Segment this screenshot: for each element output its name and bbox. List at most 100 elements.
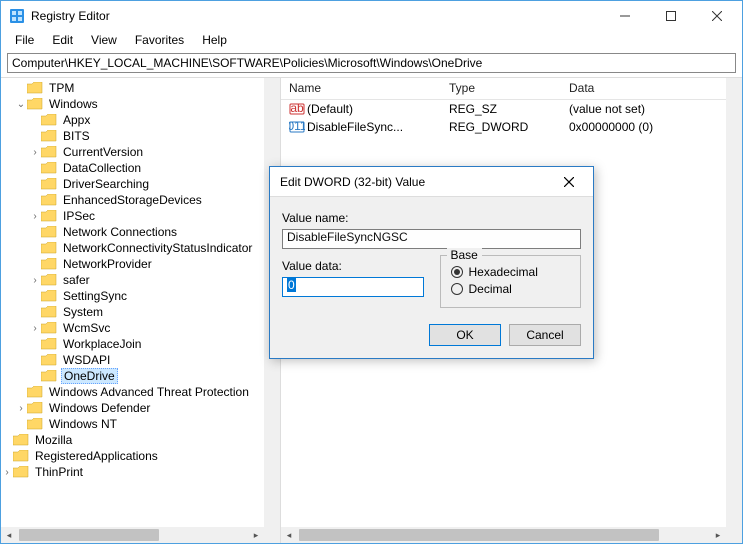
menu-edit[interactable]: Edit — [44, 31, 81, 51]
minimize-button[interactable] — [602, 1, 648, 31]
tree-caret-icon[interactable]: › — [29, 275, 41, 286]
value-name-label: Value name: — [282, 211, 581, 225]
dialog-close-button[interactable] — [549, 169, 589, 195]
close-button[interactable] — [694, 1, 740, 31]
tree-caret-icon[interactable]: › — [29, 147, 41, 158]
regedit-icon — [9, 8, 25, 24]
folder-icon — [41, 258, 57, 270]
col-header-name[interactable]: Name — [281, 78, 441, 99]
value-name-input[interactable]: DisableFileSyncNGSC — [282, 229, 581, 249]
list-row[interactable]: ab(Default)REG_SZ(value not set) — [281, 100, 726, 118]
edit-dword-dialog: Edit DWORD (32-bit) Value Value name: Di… — [269, 166, 594, 359]
tree-label: Windows Advanced Threat Protection — [47, 385, 251, 399]
col-header-type[interactable]: Type — [441, 78, 561, 99]
tree-item[interactable]: Network Connections — [1, 224, 264, 240]
cell-name: (Default) — [307, 102, 353, 116]
tree-item[interactable]: WorkplaceJoin — [1, 336, 264, 352]
tree-item[interactable]: NetworkProvider — [1, 256, 264, 272]
tree-label: DriverSearching — [61, 177, 151, 191]
menu-view[interactable]: View — [83, 31, 125, 51]
tree-label: Appx — [61, 113, 92, 127]
list-vscroll[interactable] — [726, 78, 742, 527]
ok-button[interactable]: OK — [429, 324, 501, 346]
value-data-input[interactable]: 0 — [282, 277, 424, 297]
tree-item[interactable]: › WcmSvc — [1, 320, 264, 336]
tree-label: Windows — [47, 97, 100, 111]
tree-item[interactable]: OneDrive — [1, 368, 264, 384]
tree-item[interactable]: EnhancedStorageDevices — [1, 192, 264, 208]
folder-icon — [41, 162, 57, 174]
tree[interactable]: TPM ⌄ Windows AppxBITS›CurrentVersionDataCo… — [1, 78, 264, 527]
menu-file[interactable]: File — [7, 31, 42, 51]
scroll-right-icon[interactable]: ▸ — [248, 527, 264, 543]
svg-text:ab: ab — [290, 102, 304, 115]
cell-data: (value not set) — [561, 102, 701, 116]
radio-hexadecimal[interactable]: Hexadecimal — [451, 265, 571, 279]
menubar: File Edit View Favorites Help — [1, 31, 742, 51]
tree-label: WcmSvc — [61, 321, 112, 335]
tree-item[interactable]: DataCollection — [1, 160, 264, 176]
scroll-left-icon[interactable]: ◂ — [281, 527, 297, 543]
tree-item[interactable]: ›CurrentVersion — [1, 144, 264, 160]
tree-hscroll[interactable]: ◂ ▸ — [1, 527, 264, 543]
tree-caret-icon[interactable]: ⌄ — [15, 99, 27, 110]
menu-favorites[interactable]: Favorites — [127, 31, 192, 51]
folder-icon — [13, 466, 29, 478]
tree-item[interactable]: › ThinPrint — [1, 464, 264, 480]
list-row[interactable]: 011DisableFileSync...REG_DWORD0x00000000… — [281, 118, 726, 136]
tree-caret-icon[interactable]: › — [29, 323, 41, 334]
folder-icon — [41, 178, 57, 190]
dialog-titlebar: Edit DWORD (32-bit) Value — [270, 167, 593, 197]
tree-caret-icon[interactable]: › — [15, 403, 27, 414]
folder-icon — [41, 226, 57, 238]
scroll-left-icon[interactable]: ◂ — [1, 527, 17, 543]
tree-item[interactable]: DriverSearching — [1, 176, 264, 192]
tree-item[interactable]: ›Windows Defender — [1, 400, 264, 416]
tree-item[interactable]: RegisteredApplications — [1, 448, 264, 464]
tree-label: NetworkConnectivityStatusIndicator — [61, 241, 254, 255]
tree-item[interactable]: TPM — [1, 80, 264, 96]
tree-item[interactable]: System — [1, 304, 264, 320]
maximize-button[interactable] — [648, 1, 694, 31]
cancel-button[interactable]: Cancel — [509, 324, 581, 346]
tree-item[interactable]: NetworkConnectivityStatusIndicator — [1, 240, 264, 256]
folder-icon — [41, 370, 57, 382]
tree-item[interactable]: SettingSync — [1, 288, 264, 304]
dialog-title: Edit DWORD (32-bit) Value — [280, 175, 549, 189]
tree-pane: TPM ⌄ Windows AppxBITS›CurrentVersionDataCo… — [1, 78, 281, 543]
folder-icon — [27, 82, 43, 94]
tree-item[interactable]: Appx — [1, 112, 264, 128]
menu-help[interactable]: Help — [194, 31, 235, 51]
tree-item[interactable]: Mozilla — [1, 432, 264, 448]
tree-label: IPSec — [61, 209, 97, 223]
address-bar[interactable]: Computer\HKEY_LOCAL_MACHINE\SOFTWARE\Pol… — [7, 53, 736, 73]
cell-type: REG_DWORD — [441, 120, 561, 134]
value-type-icon: 011 — [289, 120, 305, 134]
tree-label: Windows NT — [47, 417, 119, 431]
list-hscroll[interactable]: ◂ ▸ — [281, 527, 726, 543]
tree-item[interactable]: › IPSec — [1, 208, 264, 224]
col-header-data[interactable]: Data — [561, 78, 701, 99]
folder-icon — [41, 322, 57, 334]
tree-label: ThinPrint — [33, 465, 85, 479]
svg-text:011: 011 — [289, 120, 305, 133]
tree-item[interactable]: WSDAPI — [1, 352, 264, 368]
tree-caret-icon[interactable]: › — [1, 467, 13, 478]
folder-icon — [41, 274, 57, 286]
radio-decimal[interactable]: Decimal — [451, 282, 571, 296]
folder-icon — [27, 418, 43, 430]
tree-label: safer — [61, 273, 92, 287]
tree-item[interactable]: BITS — [1, 128, 264, 144]
tree-item[interactable]: Windows Advanced Threat Protection — [1, 384, 264, 400]
tree-item[interactable]: ⌄ Windows — [1, 96, 264, 112]
tree-label: TPM — [47, 81, 76, 95]
tree-caret-icon[interactable]: › — [29, 211, 41, 222]
registry-editor-window: Registry Editor File Edit View Favorites… — [0, 0, 743, 544]
folder-icon — [27, 386, 43, 398]
base-fieldset: Base Hexadecimal Decimal — [440, 255, 582, 308]
radio-hex-label: Hexadecimal — [469, 265, 538, 279]
tree-item[interactable]: Windows NT — [1, 416, 264, 432]
scroll-right-icon[interactable]: ▸ — [710, 527, 726, 543]
tree-item[interactable]: › safer — [1, 272, 264, 288]
cell-data: 0x00000000 (0) — [561, 120, 701, 134]
